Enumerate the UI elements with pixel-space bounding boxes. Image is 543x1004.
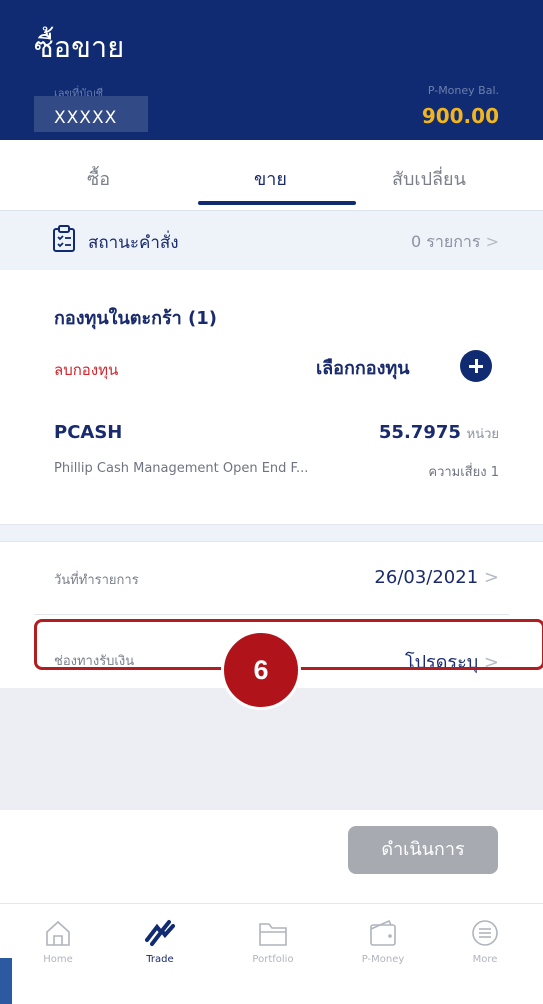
tab-sell[interactable]: ขาย	[254, 164, 287, 193]
nav-portfolio[interactable]: Portfolio	[243, 918, 303, 965]
app-header: ซื้อขาย เลขที่บัญชี XXXXX P-Money Bal. 9…	[0, 0, 543, 140]
clipboard-icon	[53, 225, 75, 252]
nav-more[interactable]: More	[455, 918, 515, 965]
remove-fund-link[interactable]: ลบกองทุน	[54, 358, 118, 382]
transaction-date-value[interactable]: 26/03/2021 >	[374, 567, 499, 588]
fund-name: Phillip Cash Management Open End F...	[54, 461, 309, 476]
nav-pmoney[interactable]: P-Money	[353, 918, 413, 965]
order-status-count: 0 รายการ >	[411, 232, 499, 251]
tab-buy[interactable]: ซื้อ	[87, 164, 110, 193]
folder-icon	[259, 923, 287, 946]
add-fund-icon[interactable]	[460, 350, 492, 382]
menu-icon	[472, 920, 498, 946]
fund-code: PCASH	[54, 422, 123, 443]
nav-trade-label: Trade	[146, 954, 174, 965]
step-number-badge: 6	[221, 630, 301, 710]
transaction-date-label: วันที่ทำรายการ	[54, 573, 139, 588]
nav-pmoney-label: P-Money	[361, 954, 405, 965]
trade-icon	[145, 920, 175, 946]
fund-units: 55.7975 หน่วย	[378, 422, 499, 443]
nav-trade[interactable]: Trade	[130, 918, 190, 965]
pmoney-balance-value: 900.00	[421, 104, 499, 128]
tab-switch[interactable]: สับเปลี่ยน	[392, 164, 466, 193]
choose-fund-label[interactable]: เลือกกองทุน	[316, 353, 410, 382]
nav-home[interactable]: Home	[28, 918, 88, 965]
trade-tabs: ซื้อ ขาย สับเปลี่ยน	[0, 140, 543, 210]
proceed-button[interactable]: ดำเนินการ	[348, 826, 498, 874]
order-status-label: สถานะคำสั่ง	[88, 233, 179, 253]
edge-accent	[0, 958, 12, 1004]
chevron-right-icon: >	[483, 567, 499, 588]
nav-home-label: Home	[43, 954, 73, 965]
basket-title: กองทุนในตะกร้า (1)	[54, 308, 218, 329]
row-divider	[34, 614, 509, 615]
nav-more-label: More	[472, 954, 498, 965]
fund-risk-level: ความเสี่ยง 1	[428, 465, 499, 480]
active-tab-indicator	[198, 201, 356, 205]
nav-portfolio-label: Portfolio	[252, 954, 294, 965]
order-status-row[interactable]: สถานะคำสั่ง 0 รายการ >	[0, 210, 543, 270]
wallet-icon	[370, 919, 396, 946]
section-divider	[0, 524, 543, 542]
bottom-navigation: Home Trade Portfolio P-Money More	[0, 903, 543, 1004]
chevron-right-icon: >	[485, 232, 499, 251]
pmoney-balance-label: P-Money Bal.	[427, 84, 499, 97]
account-number-value: XXXXX	[54, 108, 118, 128]
page-title: ซื้อขาย	[34, 30, 125, 64]
home-icon	[46, 920, 70, 946]
